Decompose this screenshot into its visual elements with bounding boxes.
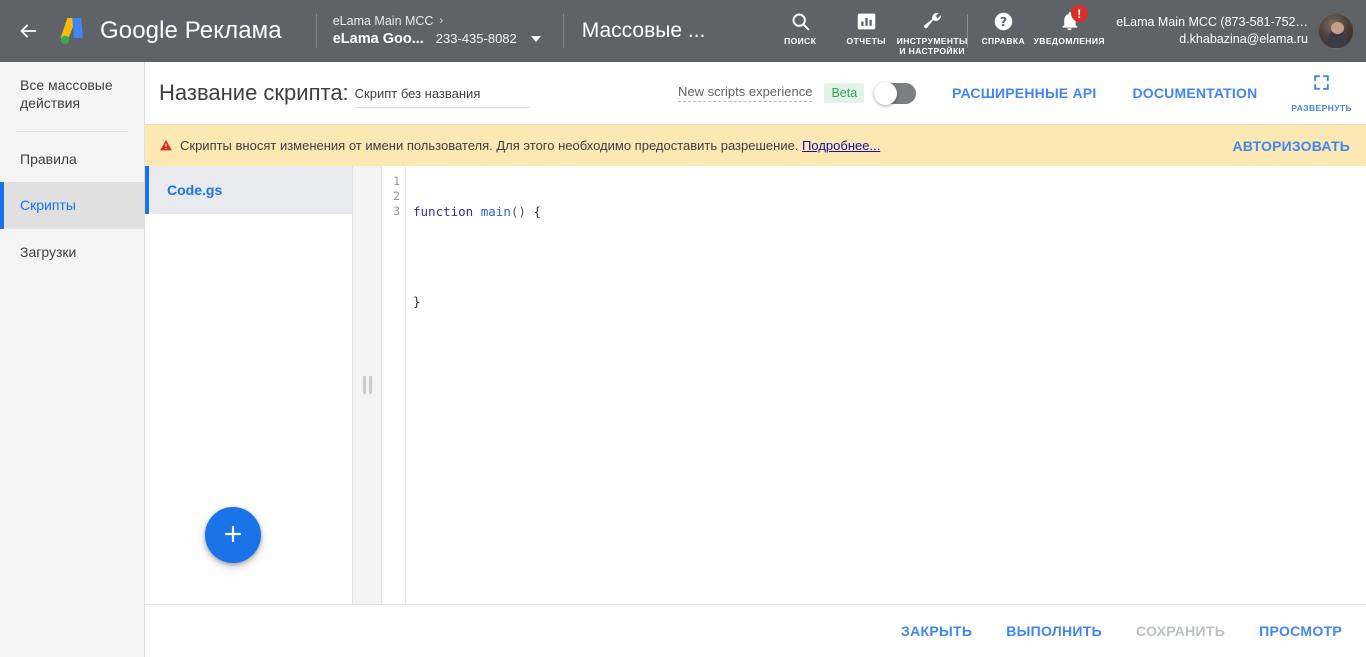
divider bbox=[315, 14, 317, 48]
nav-notifications-label: УВЕДОМЛЕНИЯ bbox=[1033, 36, 1105, 46]
google-ads-logo-icon bbox=[56, 16, 90, 46]
notification-badge: ! bbox=[1070, 5, 1088, 22]
user-email: d.khabazina@elama.ru bbox=[1179, 32, 1308, 46]
search-icon bbox=[790, 10, 811, 32]
code-token-function-name: main bbox=[480, 204, 511, 219]
script-header-actions: New scripts experience Beta РАСШИРЕННЫЕ … bbox=[678, 62, 1356, 124]
nav-help-label: СПРАВКА bbox=[981, 36, 1026, 46]
code-line: } bbox=[413, 294, 1366, 309]
sidebar-item-all-bulk-actions[interactable]: Все массовые действия bbox=[0, 62, 144, 127]
reports-bar-chart-icon bbox=[856, 10, 877, 32]
account-parent-label: eLama Main MCC bbox=[332, 14, 434, 29]
code-line: function main() { bbox=[413, 204, 1366, 219]
line-number: 3 bbox=[393, 204, 400, 218]
expand-button[interactable]: РАЗВЕРНУТЬ bbox=[1291, 73, 1352, 113]
code-text-area[interactable]: function main() { } bbox=[406, 166, 1366, 604]
pane-splitter[interactable] bbox=[352, 166, 382, 605]
page-title: Массовые ... bbox=[581, 19, 706, 42]
script-name-input[interactable]: Скрипт без названия bbox=[354, 84, 530, 108]
chevron-down-icon[interactable] bbox=[530, 35, 541, 42]
script-name-label: Название скрипта: bbox=[159, 80, 349, 105]
account-parent-row: eLama Main MCC › bbox=[333, 14, 541, 30]
beta-badge: Beta bbox=[824, 83, 865, 103]
advanced-api-link[interactable]: РАСШИРЕННЫЕ API bbox=[952, 85, 1096, 101]
code-token-parens: () bbox=[510, 204, 526, 219]
nav-search[interactable]: ПОИСК bbox=[767, 0, 833, 62]
nav-help[interactable]: ? СПРАВКА bbox=[970, 0, 1036, 62]
code-token-brace: } bbox=[413, 294, 421, 309]
arrow-left-icon bbox=[17, 20, 39, 42]
nav-reports[interactable]: ОТЧЕТЫ bbox=[833, 0, 899, 62]
user-account-area[interactable]: eLama Main MCC (873-581-752… d.khabazina… bbox=[1102, 13, 1366, 49]
avatar[interactable] bbox=[1318, 13, 1354, 49]
code-token-brace: { bbox=[525, 204, 541, 219]
preview-button[interactable]: ПРОСМОТР bbox=[1259, 623, 1342, 639]
editor-split-container: Code.gs 1 2 3 function main() {} bbox=[145, 166, 1366, 605]
nav-tools-settings[interactable]: ИНСТРУМЕНТЫ И НАСТРОЙКИ bbox=[896, 0, 968, 62]
new-scripts-experience-toggle[interactable] bbox=[874, 81, 917, 105]
line-number-gutter: 1 2 3 bbox=[382, 166, 406, 604]
divider bbox=[562, 14, 564, 48]
user-text: eLama Main MCC (873-581-752… d.khabazina… bbox=[1116, 14, 1308, 48]
back-button[interactable] bbox=[0, 0, 56, 62]
brand-title: Google Реклама bbox=[100, 17, 282, 44]
documentation-link[interactable]: DOCUMENTATION bbox=[1132, 85, 1257, 101]
left-sidebar: Все массовые действия Правила Скрипты За… bbox=[0, 62, 145, 657]
nav-notifications[interactable]: ! УВЕДОМЛЕНИЯ bbox=[1033, 0, 1105, 62]
warning-triangle-icon bbox=[159, 139, 173, 152]
sidebar-item-scripts[interactable]: Скрипты bbox=[0, 182, 144, 230]
authorization-warning-banner: Скрипты вносят изменения от имени пользо… bbox=[145, 124, 1366, 166]
account-name: eLama Goo... bbox=[332, 30, 424, 47]
nav-search-label: ПОИСК bbox=[784, 36, 817, 46]
chevron-right-icon: › bbox=[439, 15, 444, 28]
file-item-code-gs[interactable]: Code.gs bbox=[145, 166, 352, 214]
warning-text: Скрипты вносят изменения от имени пользо… bbox=[180, 138, 799, 153]
plus-icon bbox=[221, 522, 245, 549]
sidebar-item-uploads[interactable]: Загрузки bbox=[0, 229, 144, 275]
code-editor[interactable]: 1 2 3 function main() { } bbox=[382, 166, 1366, 605]
close-button[interactable]: ЗАКРЫТЬ bbox=[901, 623, 972, 639]
account-current-row[interactable]: eLama Goo... 233-435-8082 bbox=[333, 30, 541, 48]
bell-notifications-icon: ! bbox=[1059, 5, 1088, 32]
main-content: Название скрипта: Скрипт без названия Ne… bbox=[145, 62, 1366, 657]
sidebar-item-rules[interactable]: Правила bbox=[0, 136, 144, 182]
help-question-icon: ? bbox=[993, 10, 1014, 32]
line-number: 2 bbox=[393, 189, 400, 203]
drag-grip-icon bbox=[362, 376, 372, 394]
run-button[interactable]: ВЫПОЛНИТЬ bbox=[1006, 623, 1102, 639]
top-nav-icons: ПОИСК ОТЧЕТЫ ИНСТРУМЕНТЫ И НАСТРОЙКИ ? С… bbox=[767, 0, 1105, 62]
add-file-button[interactable] bbox=[205, 507, 261, 563]
files-pane: Code.gs bbox=[145, 166, 352, 605]
line-number: 1 bbox=[393, 174, 400, 188]
nav-tools-settings-label: ИНСТРУМЕНТЫ И НАСТРОЙКИ bbox=[896, 36, 968, 56]
sidebar-divider bbox=[16, 130, 128, 132]
new-scripts-experience-label[interactable]: New scripts experience bbox=[678, 84, 813, 102]
svg-text:?: ? bbox=[1000, 14, 1007, 28]
expand-button-label: РАЗВЕРНУТЬ bbox=[1291, 103, 1352, 113]
script-header: Название скрипта: Скрипт без названия Ne… bbox=[145, 62, 1366, 124]
editor-bottom-bar: ЗАКРЫТЬ ВЫПОЛНИТЬ СОХРАНИТЬ ПРОСМОТР bbox=[145, 605, 1366, 657]
warning-learn-more-link[interactable]: Подробнее... bbox=[802, 138, 880, 153]
authorize-button[interactable]: АВТОРИЗОВАТЬ bbox=[1233, 138, 1351, 154]
nav-reports-label: ОТЧЕТЫ bbox=[846, 36, 886, 46]
brand-logo-area[interactable]: Google Реклама bbox=[56, 16, 300, 46]
fullscreen-expand-icon bbox=[1312, 73, 1331, 97]
account-selector[interactable]: eLama Main MCC › eLama Goo... 233-435-80… bbox=[333, 14, 547, 48]
save-button: СОХРАНИТЬ bbox=[1135, 623, 1226, 639]
toggle-knob bbox=[874, 81, 898, 105]
code-token-keyword: function bbox=[413, 204, 474, 219]
top-app-bar: Google Реклама eLama Main MCC › eLama Go… bbox=[0, 0, 1366, 62]
user-mcc: eLama Main MCC (873-581-752… bbox=[1116, 15, 1308, 30]
wrench-tools-icon bbox=[921, 10, 943, 32]
account-id: 233-435-8082 bbox=[435, 30, 517, 46]
